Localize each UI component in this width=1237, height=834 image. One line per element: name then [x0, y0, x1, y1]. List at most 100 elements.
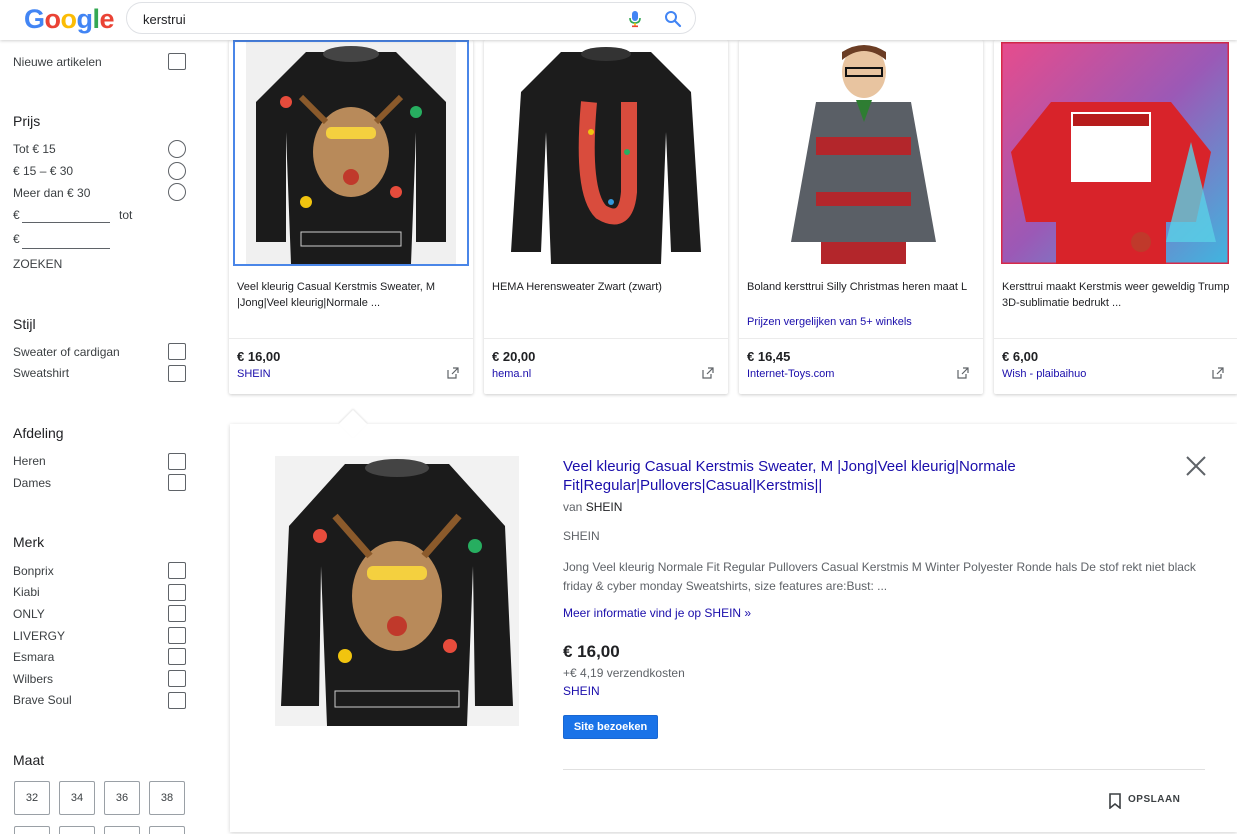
sweater-image: [275, 456, 519, 726]
product-price: € 16,00: [237, 349, 281, 364]
compare-prices-link[interactable]: Prijzen vergelijken van 5+ winkels: [747, 316, 912, 328]
product-card[interactable]: Kersttrui maakt Kerstmis weer geweldig T…: [994, 40, 1237, 394]
price-option-radio[interactable]: [168, 140, 186, 158]
product-image[interactable]: [1000, 40, 1230, 266]
product-store-link[interactable]: Internet-Toys.com: [747, 368, 834, 380]
product-detail-panel: Veel kleurig Casual Kerstmis Sweater, M …: [230, 424, 1237, 832]
google-logo[interactable]: Google: [24, 4, 115, 35]
brand-option-checkbox[interactable]: [168, 584, 186, 601]
department-option-checkbox[interactable]: [168, 474, 186, 491]
style-option-checkbox[interactable]: [168, 365, 186, 382]
bookmark-icon[interactable]: [1108, 793, 1122, 809]
save-button[interactable]: OPSLAAN: [1128, 794, 1180, 805]
product-store-link[interactable]: SHEIN: [237, 368, 271, 380]
external-link-icon[interactable]: [1212, 367, 1224, 379]
style-option-label: Sweatshirt: [13, 366, 70, 380]
brand-option-checkbox[interactable]: [168, 692, 186, 709]
size-option[interactable]: 32: [14, 781, 50, 815]
brand-option-checkbox[interactable]: [168, 562, 186, 579]
top-bar: Google: [0, 0, 1237, 40]
price-heading: Prijs: [13, 113, 41, 129]
size-option[interactable]: 36: [104, 781, 140, 815]
detail-store-link[interactable]: SHEIN: [563, 684, 600, 698]
style-option-checkbox[interactable]: [168, 343, 186, 360]
size-option[interactable]: [14, 826, 50, 834]
filter-new-items-label: Nieuwe artikelen: [13, 55, 102, 69]
price-option-label: Tot € 15: [13, 142, 56, 156]
price-option-radio[interactable]: [168, 183, 186, 201]
size-option[interactable]: [104, 826, 140, 834]
filter-sidebar: Nieuwe artikelen Prijs Tot € 15 € 15 – €…: [0, 40, 200, 834]
product-price: € 20,00: [492, 349, 536, 364]
price-option-radio[interactable]: [168, 162, 186, 180]
product-image[interactable]: [488, 40, 724, 266]
detail-product-title[interactable]: Veel kleurig Casual Kerstmis Sweater, M …: [563, 457, 1103, 495]
logo-letter: o: [60, 4, 78, 34]
filter-new-items-checkbox[interactable]: [168, 53, 186, 70]
divider: [739, 338, 983, 339]
brand-option-label: LIVERGY: [13, 629, 66, 643]
brand-option-checkbox[interactable]: [168, 627, 186, 644]
price-option-label: Meer dan € 30: [13, 186, 91, 200]
search-input[interactable]: [143, 9, 603, 29]
product-card[interactable]: Veel kleurig Casual Kerstmis Sweater, M …: [229, 40, 473, 394]
product-image[interactable]: [233, 40, 469, 266]
brand-option-label: Bonprix: [13, 564, 54, 578]
logo-letter: l: [92, 4, 101, 34]
department-option-label: Dames: [13, 476, 52, 490]
price-to-label: tot: [119, 208, 133, 222]
brand-option-label: Kiabi: [13, 585, 40, 599]
product-image[interactable]: [743, 40, 979, 266]
sweater-image: [756, 42, 966, 264]
detail-seller: van SHEIN: [563, 500, 622, 514]
seller-prefix: van: [563, 500, 583, 514]
product-title[interactable]: HEMA Herensweater Zwart (zwart): [492, 279, 722, 295]
product-store-link[interactable]: hema.nl: [492, 368, 531, 380]
logo-letter: G: [24, 4, 45, 34]
external-link-icon[interactable]: [702, 367, 714, 379]
divider: [563, 769, 1205, 770]
style-option-label: Sweater of cardigan: [13, 345, 120, 359]
department-option-label: Heren: [13, 454, 46, 468]
logo-letter: g: [76, 4, 94, 34]
visit-site-button[interactable]: Site bezoeken: [563, 715, 658, 739]
product-store-link[interactable]: Wish - plaibaihuo: [1002, 368, 1086, 380]
logo-letter: e: [99, 4, 115, 34]
external-link-icon[interactable]: [957, 367, 969, 379]
product-card[interactable]: HEMA Herensweater Zwart (zwart) € 20,00 …: [484, 40, 728, 394]
price-min-input[interactable]: [22, 222, 110, 223]
brand-option-label: Wilbers: [13, 672, 54, 686]
brand-option-checkbox[interactable]: [168, 648, 186, 665]
brand-option-label: Brave Soul: [13, 693, 72, 707]
external-link-icon[interactable]: [447, 367, 459, 379]
brand-option-checkbox[interactable]: [168, 605, 186, 622]
detail-product-image[interactable]: [275, 456, 519, 726]
sweater-image: [246, 42, 456, 264]
price-search-button[interactable]: ZOEKEN: [13, 257, 62, 271]
size-option[interactable]: 38: [149, 781, 185, 815]
price-option-label: € 15 – € 30: [13, 164, 74, 178]
search-icon[interactable]: [664, 10, 682, 28]
brand-heading: Merk: [13, 534, 45, 550]
divider: [484, 338, 728, 339]
microphone-icon[interactable]: [627, 10, 643, 28]
product-title[interactable]: Boland kersttrui Silly Christmas heren m…: [747, 279, 977, 295]
size-option[interactable]: [149, 826, 185, 834]
product-card[interactable]: Boland kersttrui Silly Christmas heren m…: [739, 40, 983, 394]
department-option-checkbox[interactable]: [168, 453, 186, 470]
close-icon[interactable]: [1185, 455, 1207, 477]
brand-option-checkbox[interactable]: [168, 670, 186, 687]
detail-description: Jong Veel kleurig Normale Fit Regular Pu…: [563, 560, 1196, 593]
sweater-image: [1001, 42, 1229, 264]
detail-price: € 16,00: [563, 642, 620, 661]
search-box: [126, 2, 696, 34]
product-title[interactable]: Kersttrui maakt Kerstmis weer geweldig T…: [1002, 279, 1232, 311]
size-option[interactable]: [59, 826, 95, 834]
divider: [229, 338, 473, 339]
more-info-link[interactable]: Meer informatie vind je op SHEIN »: [563, 606, 751, 620]
seller-name: SHEIN: [585, 500, 623, 514]
product-title[interactable]: Veel kleurig Casual Kerstmis Sweater, M …: [237, 279, 467, 311]
price-max-input[interactable]: [22, 248, 110, 249]
size-option[interactable]: 34: [59, 781, 95, 815]
price-currency-label: €: [13, 208, 20, 222]
